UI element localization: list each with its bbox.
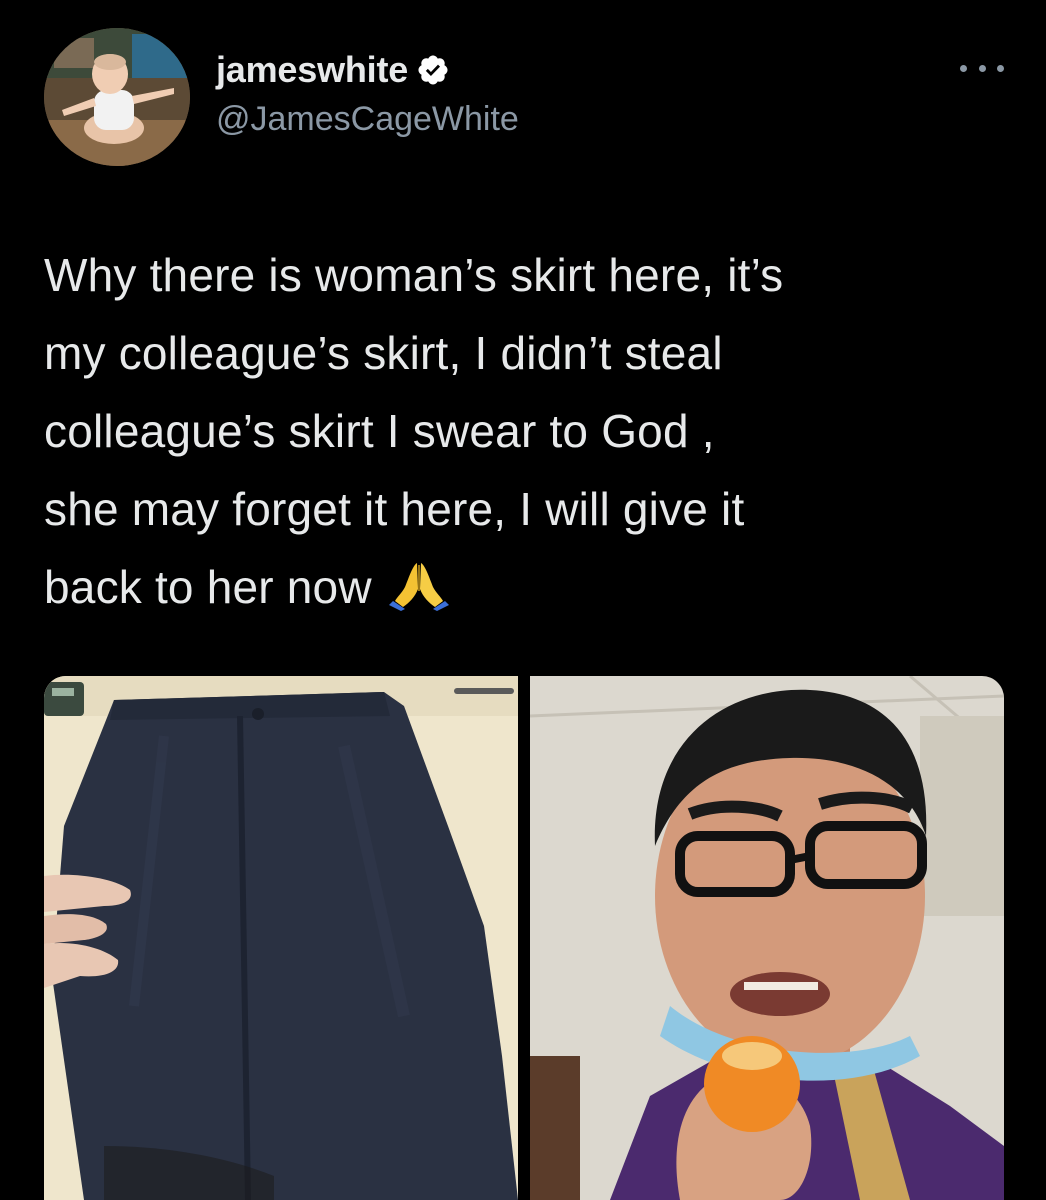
verified-badge-icon: [416, 53, 450, 87]
more-horizontal-icon: [960, 64, 967, 72]
tweet-header: jameswhite @JamesCageWhite: [0, 0, 1046, 200]
tweet-text-line: my colleague’s skirt, I didn’t steal: [44, 327, 723, 379]
display-name-row: jameswhite: [216, 49, 519, 91]
more-horizontal-icon: [997, 64, 1004, 72]
display-name[interactable]: jameswhite: [216, 49, 408, 91]
tweet-text-line-last: back to her now: [44, 548, 1024, 626]
tweet-text: Why there is woman’s skirt here, it’s my…: [44, 236, 1024, 626]
user-info: jameswhite @JamesCageWhite: [216, 49, 519, 139]
more-horizontal-icon: [978, 64, 986, 72]
avatar[interactable]: [44, 28, 190, 166]
media-grid: [44, 676, 1004, 1200]
tweet-text-line: Why there is woman’s skirt here, it’s: [44, 249, 784, 301]
tweet-text-line: colleague’s skirt I swear to God ,: [44, 405, 715, 457]
tweet-text-line: she may forget it here, I will give it: [44, 483, 745, 535]
folded-hands-icon: [388, 556, 449, 611]
media-photo-skirt[interactable]: [44, 676, 518, 1200]
more-options-button[interactable]: [960, 58, 1004, 78]
media-photo-man-eating-orange[interactable]: [530, 676, 1004, 1200]
tweet-text-line: back to her now: [44, 561, 372, 613]
user-handle[interactable]: @JamesCageWhite: [216, 100, 519, 139]
